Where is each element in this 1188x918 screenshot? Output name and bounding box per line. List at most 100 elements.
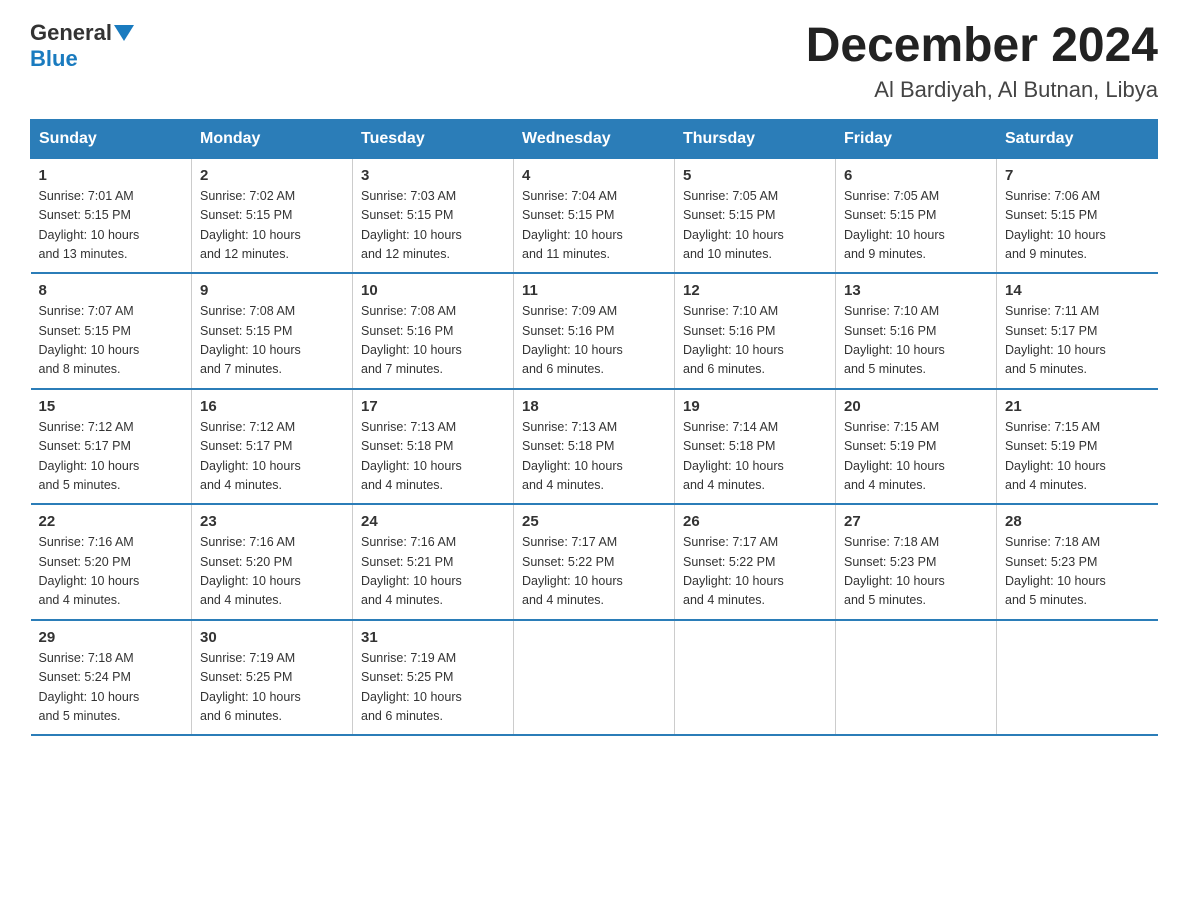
calendar-cell	[836, 620, 997, 736]
calendar-cell: 17 Sunrise: 7:13 AM Sunset: 5:18 PM Dayli…	[353, 389, 514, 505]
calendar-cell: 9 Sunrise: 7:08 AM Sunset: 5:15 PM Daylig…	[192, 273, 353, 389]
calendar-cell: 22 Sunrise: 7:16 AM Sunset: 5:20 PM Dayli…	[31, 504, 192, 620]
calendar-cell: 25Sunrise: 7:17 AM Sunset: 5:22 PM Dayli…	[514, 504, 675, 620]
day-number: 6	[844, 167, 988, 184]
calendar-cell: 16 Sunrise: 7:12 AM Sunset: 5:17 PM Dayli…	[192, 389, 353, 505]
calendar-week-5: 29 Sunrise: 7:18 AM Sunset: 5:24 PM Dayli…	[31, 620, 1158, 736]
day-info: Sunrise: 7:19 AM Sunset: 5:25 PM Dayligh…	[361, 649, 505, 727]
calendar-cell: 27Sunrise: 7:18 AM Sunset: 5:23 PM Dayli…	[836, 504, 997, 620]
day-info: Sunrise: 7:12 AM Sunset: 5:17 PM Dayligh…	[200, 418, 344, 496]
calendar-cell: 6 Sunrise: 7:05 AM Sunset: 5:15 PM Daylig…	[836, 158, 997, 273]
day-info: Sunrise: 7:18 AM Sunset: 5:23 PM Dayligh…	[1005, 533, 1150, 611]
calendar-cell: 10 Sunrise: 7:08 AM Sunset: 5:16 PM Dayli…	[353, 273, 514, 389]
day-number: 11	[522, 282, 666, 299]
weekday-header-monday: Monday	[192, 119, 353, 158]
calendar-cell: 3 Sunrise: 7:03 AM Sunset: 5:15 PM Daylig…	[353, 158, 514, 273]
calendar-cell: 20Sunrise: 7:15 AM Sunset: 5:19 PM Dayli…	[836, 389, 997, 505]
calendar-cell: 4 Sunrise: 7:04 AM Sunset: 5:15 PM Daylig…	[514, 158, 675, 273]
day-number: 12	[683, 282, 827, 299]
day-number: 18	[522, 398, 666, 415]
calendar-cell: 8 Sunrise: 7:07 AM Sunset: 5:15 PM Daylig…	[31, 273, 192, 389]
page-header: General Blue December 2024 Al Bardiyah, …	[30, 20, 1158, 103]
day-info: Sunrise: 7:16 AM Sunset: 5:21 PM Dayligh…	[361, 533, 505, 611]
calendar-cell: 5 Sunrise: 7:05 AM Sunset: 5:15 PM Daylig…	[675, 158, 836, 273]
day-info: Sunrise: 7:01 AM Sunset: 5:15 PM Dayligh…	[39, 187, 184, 265]
day-number: 8	[39, 282, 184, 299]
calendar-cell: 1 Sunrise: 7:01 AM Sunset: 5:15 PM Daylig…	[31, 158, 192, 273]
calendar-week-3: 15 Sunrise: 7:12 AM Sunset: 5:17 PM Dayli…	[31, 389, 1158, 505]
day-info: Sunrise: 7:07 AM Sunset: 5:15 PM Dayligh…	[39, 302, 184, 380]
day-number: 4	[522, 167, 666, 184]
day-number: 1	[39, 167, 184, 184]
calendar-table: SundayMondayTuesdayWednesdayThursdayFrid…	[30, 119, 1158, 737]
calendar-week-4: 22 Sunrise: 7:16 AM Sunset: 5:20 PM Dayli…	[31, 504, 1158, 620]
calendar-cell: 13 Sunrise: 7:10 AM Sunset: 5:16 PM Dayli…	[836, 273, 997, 389]
day-number: 13	[844, 282, 988, 299]
day-info: Sunrise: 7:08 AM Sunset: 5:15 PM Dayligh…	[200, 302, 344, 380]
calendar-cell: 23 Sunrise: 7:16 AM Sunset: 5:20 PM Dayli…	[192, 504, 353, 620]
calendar-cell: 12Sunrise: 7:10 AM Sunset: 5:16 PM Dayli…	[675, 273, 836, 389]
day-info: Sunrise: 7:17 AM Sunset: 5:22 PM Dayligh…	[683, 533, 827, 611]
calendar-cell: 26Sunrise: 7:17 AM Sunset: 5:22 PM Dayli…	[675, 504, 836, 620]
weekday-header-sunday: Sunday	[31, 119, 192, 158]
calendar-cell: 19Sunrise: 7:14 AM Sunset: 5:18 PM Dayli…	[675, 389, 836, 505]
calendar-cell: 21Sunrise: 7:15 AM Sunset: 5:19 PM Dayli…	[997, 389, 1158, 505]
day-number: 14	[1005, 282, 1150, 299]
day-number: 20	[844, 398, 988, 415]
weekday-header-tuesday: Tuesday	[353, 119, 514, 158]
day-number: 29	[39, 629, 184, 646]
day-number: 17	[361, 398, 505, 415]
day-info: Sunrise: 7:19 AM Sunset: 5:25 PM Dayligh…	[200, 649, 344, 727]
day-info: Sunrise: 7:11 AM Sunset: 5:17 PM Dayligh…	[1005, 302, 1150, 380]
day-number: 30	[200, 629, 344, 646]
day-number: 25	[522, 513, 666, 530]
day-number: 3	[361, 167, 505, 184]
day-info: Sunrise: 7:08 AM Sunset: 5:16 PM Dayligh…	[361, 302, 505, 380]
day-number: 10	[361, 282, 505, 299]
day-number: 21	[1005, 398, 1150, 415]
weekday-header-friday: Friday	[836, 119, 997, 158]
calendar-cell: 31Sunrise: 7:19 AM Sunset: 5:25 PM Dayli…	[353, 620, 514, 736]
title-block: December 2024 Al Bardiyah, Al Butnan, Li…	[806, 20, 1158, 103]
day-number: 9	[200, 282, 344, 299]
day-info: Sunrise: 7:04 AM Sunset: 5:15 PM Dayligh…	[522, 187, 666, 265]
logo: General Blue	[30, 20, 136, 72]
calendar-cell: 24 Sunrise: 7:16 AM Sunset: 5:21 PM Dayli…	[353, 504, 514, 620]
day-number: 5	[683, 167, 827, 184]
calendar-cell: 28Sunrise: 7:18 AM Sunset: 5:23 PM Dayli…	[997, 504, 1158, 620]
calendar-cell: 14 Sunrise: 7:11 AM Sunset: 5:17 PM Dayli…	[997, 273, 1158, 389]
day-number: 27	[844, 513, 988, 530]
day-number: 2	[200, 167, 344, 184]
day-info: Sunrise: 7:16 AM Sunset: 5:20 PM Dayligh…	[200, 533, 344, 611]
calendar-cell	[997, 620, 1158, 736]
calendar-cell: 11Sunrise: 7:09 AM Sunset: 5:16 PM Dayli…	[514, 273, 675, 389]
calendar-cell: 18 Sunrise: 7:13 AM Sunset: 5:18 PM Dayli…	[514, 389, 675, 505]
weekday-header-wednesday: Wednesday	[514, 119, 675, 158]
logo-triangle-icon	[114, 25, 134, 41]
day-info: Sunrise: 7:06 AM Sunset: 5:15 PM Dayligh…	[1005, 187, 1150, 265]
day-info: Sunrise: 7:14 AM Sunset: 5:18 PM Dayligh…	[683, 418, 827, 496]
day-info: Sunrise: 7:10 AM Sunset: 5:16 PM Dayligh…	[844, 302, 988, 380]
day-number: 22	[39, 513, 184, 530]
day-info: Sunrise: 7:05 AM Sunset: 5:15 PM Dayligh…	[844, 187, 988, 265]
calendar-week-2: 8 Sunrise: 7:07 AM Sunset: 5:15 PM Daylig…	[31, 273, 1158, 389]
day-number: 16	[200, 398, 344, 415]
calendar-cell: 30 Sunrise: 7:19 AM Sunset: 5:25 PM Dayli…	[192, 620, 353, 736]
logo-general-text: General	[30, 20, 112, 46]
day-info: Sunrise: 7:16 AM Sunset: 5:20 PM Dayligh…	[39, 533, 184, 611]
day-info: Sunrise: 7:13 AM Sunset: 5:18 PM Dayligh…	[361, 418, 505, 496]
calendar-cell	[514, 620, 675, 736]
calendar-cell: 29 Sunrise: 7:18 AM Sunset: 5:24 PM Dayli…	[31, 620, 192, 736]
day-number: 24	[361, 513, 505, 530]
day-number: 23	[200, 513, 344, 530]
day-info: Sunrise: 7:03 AM Sunset: 5:15 PM Dayligh…	[361, 187, 505, 265]
day-info: Sunrise: 7:13 AM Sunset: 5:18 PM Dayligh…	[522, 418, 666, 496]
day-number: 15	[39, 398, 184, 415]
calendar-header-row: SundayMondayTuesdayWednesdayThursdayFrid…	[31, 119, 1158, 158]
day-info: Sunrise: 7:02 AM Sunset: 5:15 PM Dayligh…	[200, 187, 344, 265]
calendar-cell: 7Sunrise: 7:06 AM Sunset: 5:15 PM Daylig…	[997, 158, 1158, 273]
day-info: Sunrise: 7:12 AM Sunset: 5:17 PM Dayligh…	[39, 418, 184, 496]
day-info: Sunrise: 7:05 AM Sunset: 5:15 PM Dayligh…	[683, 187, 827, 265]
weekday-header-thursday: Thursday	[675, 119, 836, 158]
day-info: Sunrise: 7:18 AM Sunset: 5:24 PM Dayligh…	[39, 649, 184, 727]
